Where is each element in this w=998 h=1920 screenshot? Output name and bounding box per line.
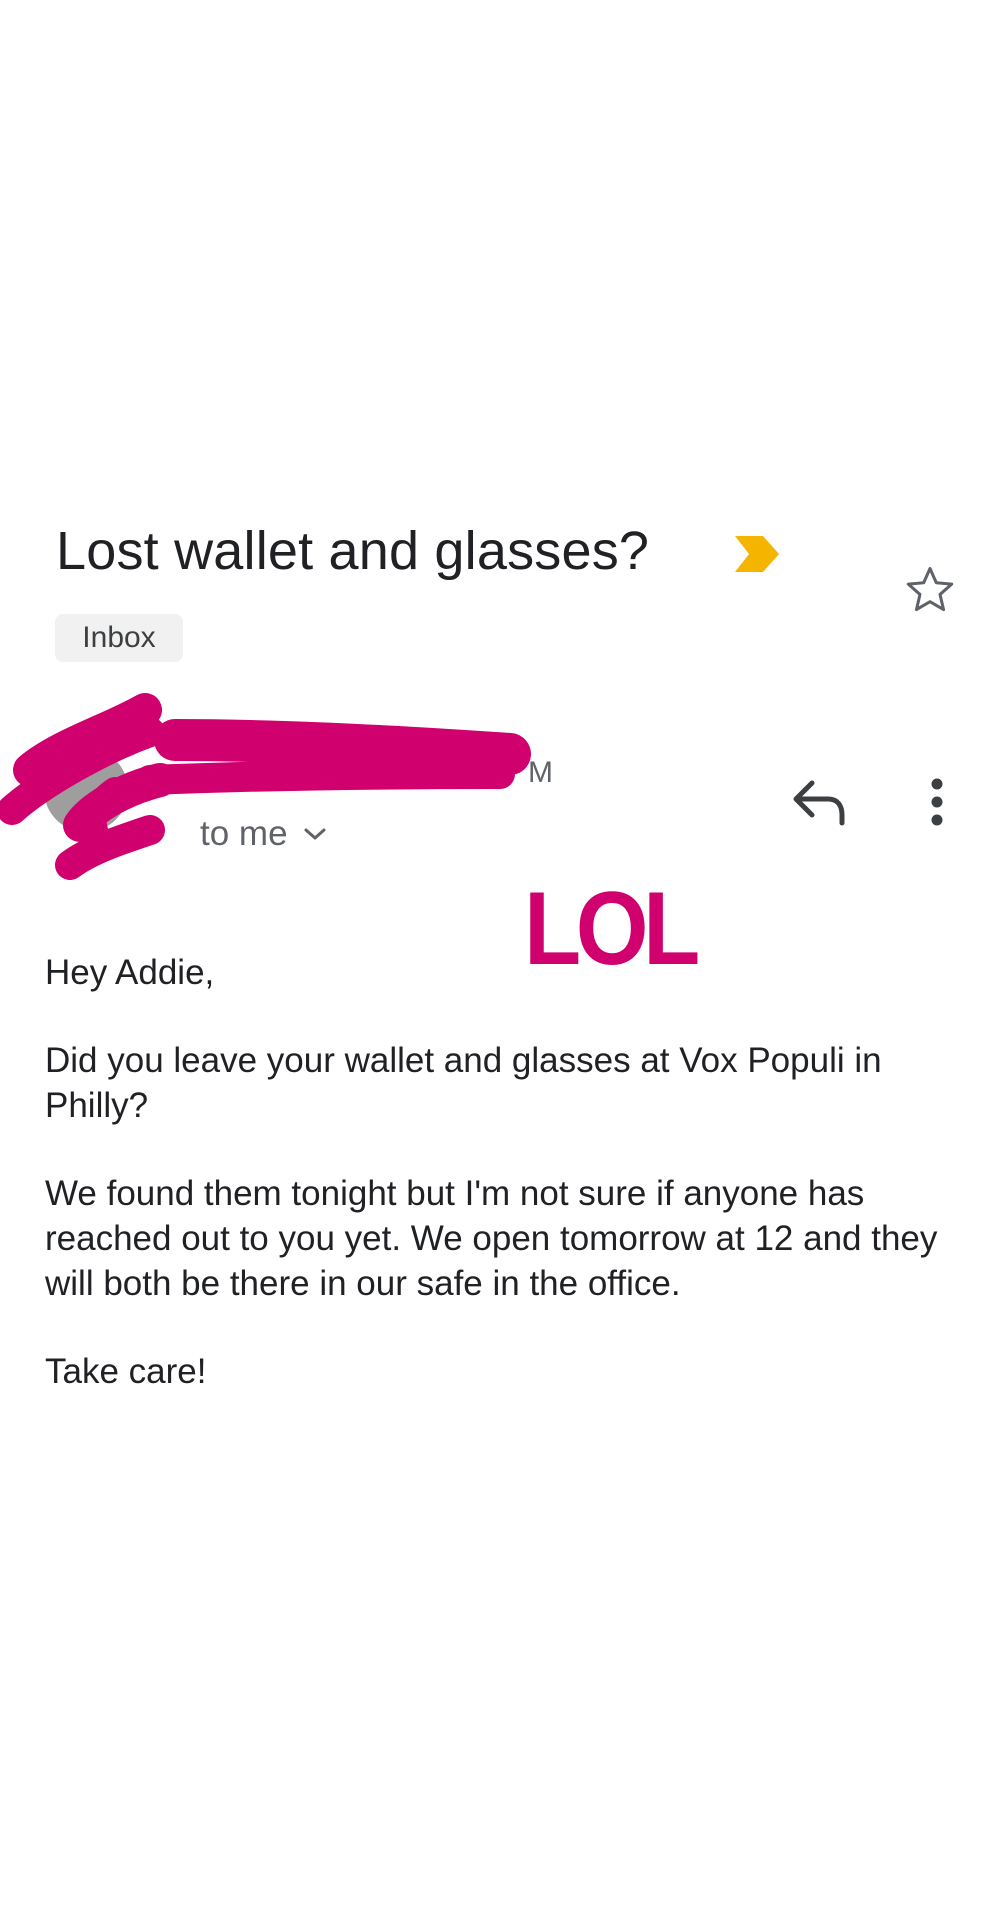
reply-icon[interactable]: [790, 773, 850, 829]
body-closing: Take care!: [45, 1352, 207, 1391]
label-chip-inbox[interactable]: Inbox: [55, 614, 183, 662]
body-greeting: Hey Addie,: [45, 953, 215, 992]
body-paragraph-1: Did you leave your wallet and glasses at…: [45, 1041, 882, 1125]
star-icon[interactable]: [902, 562, 958, 618]
recipient-text: to me: [200, 814, 288, 853]
importance-marker-icon[interactable]: [733, 534, 781, 574]
email-body: Hey Addie, Did you leave your wallet and…: [45, 950, 960, 1437]
email-subject: Lost wallet and glasses?: [56, 521, 650, 581]
recipient-toggle[interactable]: to me: [200, 812, 328, 856]
redaction-scribble: [0, 693, 531, 880]
more-vert-icon[interactable]: [912, 772, 962, 832]
chevron-down-icon: [304, 828, 326, 840]
body-paragraph-2: We found them tonight but I'm not sure i…: [45, 1174, 938, 1303]
